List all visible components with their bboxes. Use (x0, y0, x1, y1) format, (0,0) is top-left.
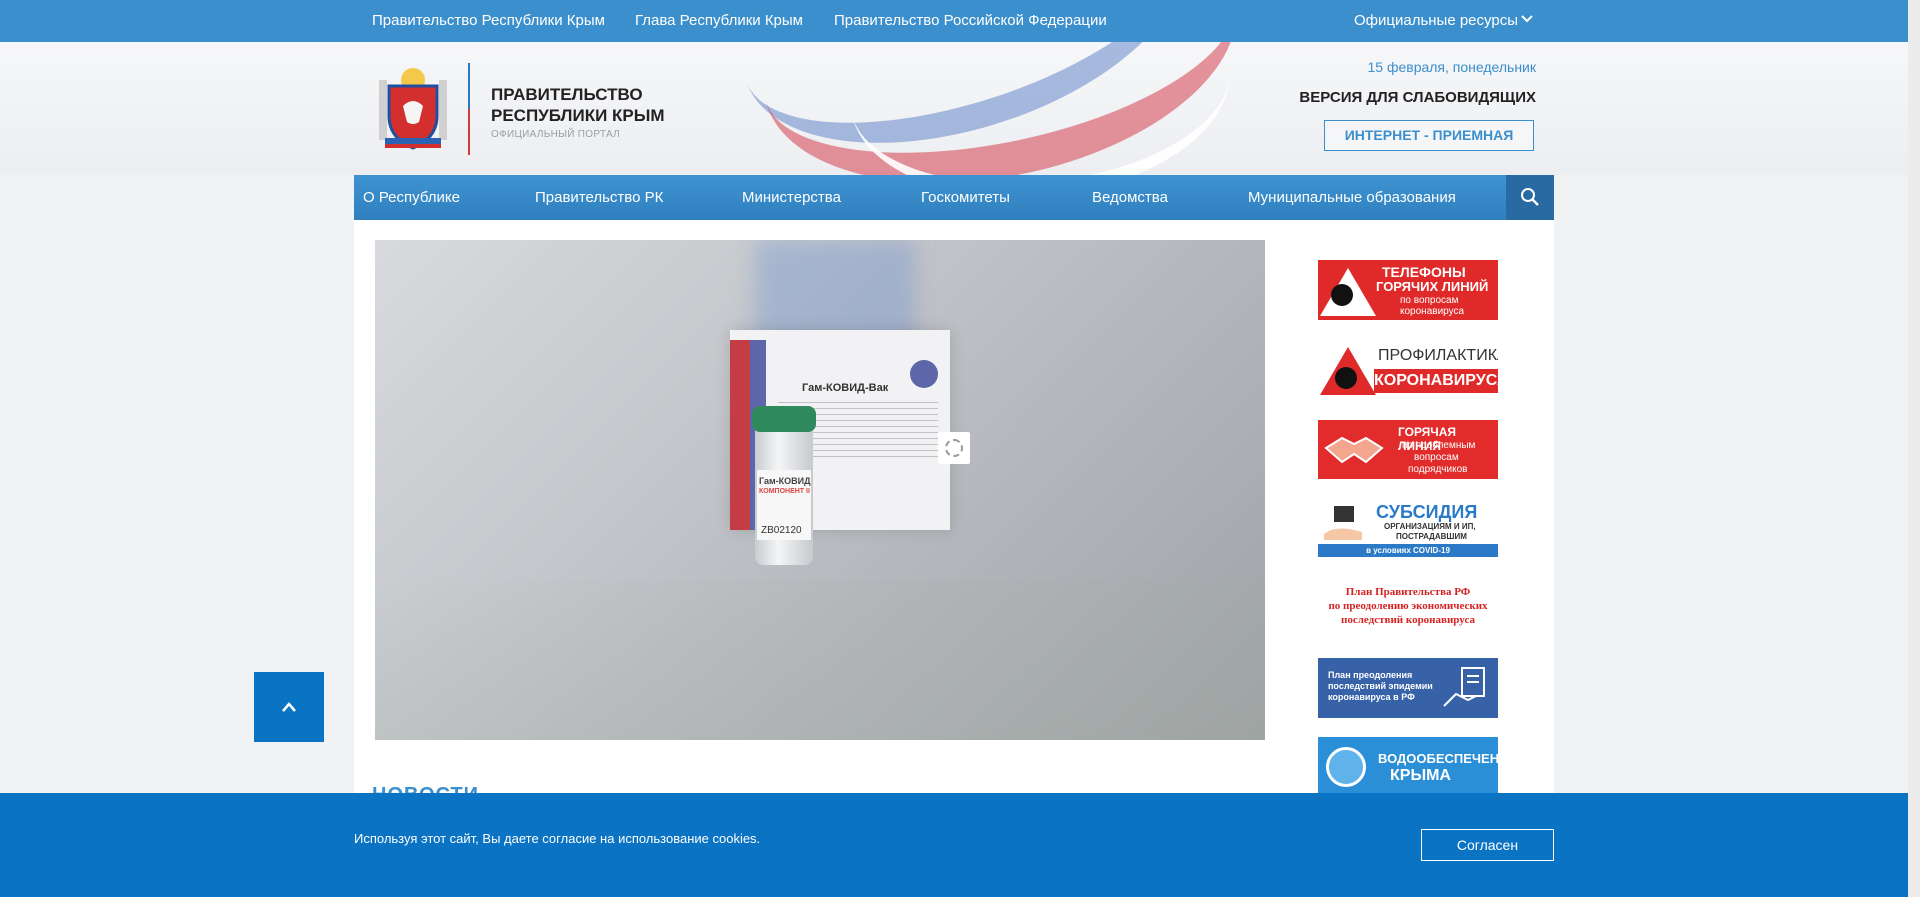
top-bar: Правительство Республики Крым Глава Респ… (0, 0, 1908, 42)
low-vision-version-link[interactable]: ВЕРСИЯ ДЛЯ СЛАБОВИДЯЩИХ (1299, 89, 1536, 106)
handshake-icon (1324, 436, 1384, 464)
nav-item-ministries[interactable]: Министерства (742, 189, 841, 206)
vial-component-text: КОМПОНЕНТ II (759, 488, 810, 495)
link-government-russia[interactable]: Правительство Российской Федерации (834, 12, 1107, 29)
banner-subsidy[interactable]: СУБСИДИЯ ОРГАНИЗАЦИЯМ И ИП, ПОСТРАДАВШИМ… (1318, 500, 1498, 559)
banner-plan-text1: План Правительства РФ (1345, 586, 1471, 598)
box-blue-dot (910, 360, 938, 388)
link-head-crimea[interactable]: Глава Республики Крым (635, 12, 803, 29)
chevron-up-icon (282, 702, 296, 712)
banner-contractors-text4: подрядчиков (1408, 464, 1468, 475)
banner-hotline-text3: по вопросам (1400, 295, 1459, 306)
banner-government-plan[interactable]: План Правительства РФ по преодолению эко… (1318, 580, 1498, 640)
current-date: 15 февраля, понедельник (1367, 59, 1536, 75)
banner-water-text1: ВОДООБЕСПЕЧЕНИЕ (1378, 751, 1498, 766)
banner-prevention-text1: ПРОФИЛАКТИКА (1378, 347, 1498, 364)
banner-recovery-text2: последствий эпидемии (1328, 681, 1433, 691)
internet-reception-button[interactable]: ИНТЕРНЕТ - ПРИЕМНАЯ (1324, 120, 1534, 151)
banner-plan-text3: последствий коронавируса (1341, 614, 1475, 626)
banner-water-supply[interactable]: ВОДООБЕСПЕЧЕНИЕ КРЫМА (1318, 737, 1498, 797)
nav-item-municipalities[interactable]: Муниципальные образования (1248, 189, 1456, 206)
briefcase-hand-icon (1324, 506, 1362, 540)
search-icon (1521, 188, 1539, 206)
banner-subsidy-title: СУБСИДИЯ (1376, 502, 1478, 522)
flag-ribbon-decoration-white (839, 42, 1241, 175)
site-title-line2[interactable]: РЕСПУБЛИКИ КРЫМ (491, 105, 665, 126)
banner-subsidy-text1: ОРГАНИЗАЦИЯМ И ИП, (1384, 522, 1476, 531)
box-red-stripe (730, 340, 750, 530)
banner-contractors-text3: вопросам (1414, 452, 1459, 463)
site-subtitle: ОФИЦИАЛЬНЫЙ ПОРТАЛ (491, 129, 621, 140)
banner-hotline-phones[interactable]: ТЕЛЕФОНЫ ГОРЯЧИХ ЛИНИЙ по вопросам корон… (1318, 260, 1498, 320)
nav-item-state-committees[interactable]: Госкомитеты (921, 189, 1010, 206)
link-government-crimea[interactable]: Правительство Республики Крым (372, 12, 605, 29)
cookie-message: Используя этот сайт, Вы даете согласие н… (354, 831, 761, 846)
banner-hotline-text2: ГОРЯЧИХ ЛИНИЙ (1376, 279, 1489, 294)
main-navigation: О Республике Правительство РК Министерст… (354, 175, 1554, 220)
crimea-coat-of-arms-logo[interactable] (375, 66, 451, 152)
water-drop-icon (1326, 747, 1366, 787)
banner-contractors-hotline[interactable]: ГОРЯЧАЯ ЛИНИЯ по проблемным вопросам под… (1318, 420, 1498, 479)
nav-item-government[interactable]: Правительство РК (535, 189, 663, 206)
search-button[interactable] (1506, 175, 1554, 220)
loading-spinner-icon (938, 432, 970, 464)
banner-subsidy-text3: в условиях COVID-19 (1318, 544, 1498, 557)
vaccine-box-label: Гам-КОВИД-Вак (802, 382, 889, 394)
chevron-down-icon[interactable] (1521, 13, 1533, 25)
virus-icon (1335, 367, 1357, 389)
banner-plan-text2: по преодолению экономических (1328, 600, 1488, 612)
banner-prevention[interactable]: ПРОФИЛАКТИКА КОРОНАВИРУСА (1318, 341, 1498, 400)
banner-recovery-text1: План преодоления (1328, 670, 1413, 680)
banner-hotline-text1: ТЕЛЕФОНЫ (1382, 264, 1466, 280)
banner-epidemic-recovery-plan[interactable]: План преодоления последствий эпидемии ко… (1318, 658, 1498, 718)
page-scrollbar[interactable] (1908, 0, 1920, 897)
vial-label-text: Гам-КОВИД (759, 476, 811, 486)
cookie-consent-bar: Используя этот сайт, Вы даете согласие н… (0, 793, 1908, 897)
site-header (0, 42, 1908, 175)
banner-water-text2: КРЫМА (1390, 767, 1451, 784)
banner-contractors-text2: по проблемным (1402, 440, 1476, 451)
nav-item-about-republic[interactable]: О Республике (363, 189, 460, 206)
vaccine-vial-image: Гам-КОВИД КОМПОНЕНТ II ZB02120 (752, 406, 816, 565)
vial-batch-code: ZB02120 (761, 525, 802, 536)
table-surface (375, 580, 1265, 740)
vial-cap (752, 406, 816, 432)
virus-icon (1331, 284, 1353, 306)
header-divider-red (468, 109, 470, 155)
banner-subsidy-text2: ПОСТРАДАВШИМ (1396, 532, 1467, 541)
nav-item-agencies[interactable]: Ведомства (1092, 189, 1168, 206)
banner-hotline-text4: коронавируса (1400, 306, 1465, 317)
banner-recovery-text3: коронавируса в РФ (1328, 692, 1415, 702)
official-resources-dropdown[interactable]: Официальные ресурсы (1354, 12, 1518, 29)
header-divider-blue (468, 63, 470, 109)
back-to-top-button[interactable] (254, 672, 324, 742)
site-title-line1[interactable]: ПРАВИТЕЛЬСТВО (491, 84, 643, 105)
banner-prevention-text2: КОРОНАВИРУСА (1374, 369, 1498, 393)
news-slider-image[interactable]: Гам-КОВИД-Вак Гам-КОВИД КОМПОНЕНТ II ZB0… (375, 240, 1265, 740)
document-hand-icon (1443, 667, 1485, 707)
cookie-agree-button[interactable]: Согласен (1421, 829, 1554, 861)
